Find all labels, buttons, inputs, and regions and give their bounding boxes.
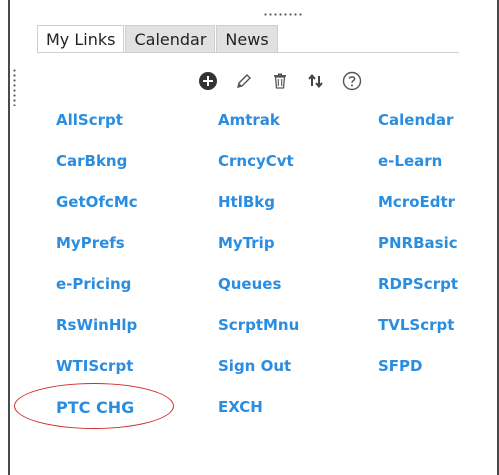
link-rswinhlp[interactable]: RsWinHlp	[56, 316, 137, 334]
link-exch[interactable]: EXCH	[218, 398, 263, 416]
link-tvlscrpt[interactable]: TVLScrpt	[378, 316, 454, 334]
annotation-circle	[14, 383, 174, 429]
tab-calendar[interactable]: Calendar	[125, 25, 216, 52]
link-mcroedtr[interactable]: McroEdtr	[378, 193, 455, 211]
tab-bar: My Links Calendar News	[37, 25, 279, 52]
link-pnrbasic[interactable]: PNRBasic	[378, 234, 458, 252]
link-htlbkg[interactable]: HtlBkg	[218, 193, 275, 211]
link-sign-out[interactable]: Sign Out	[218, 357, 291, 375]
link-allscrpt[interactable]: AllScrpt	[56, 111, 123, 129]
help-icon[interactable]	[340, 70, 364, 92]
link-myprefs[interactable]: MyPrefs	[56, 234, 125, 252]
link-crncycvt[interactable]: CrncyCvt	[218, 152, 294, 170]
link-e-pricing[interactable]: e-Pricing	[56, 275, 131, 293]
add-icon[interactable]	[196, 70, 220, 92]
link-amtrak[interactable]: Amtrak	[218, 111, 280, 129]
links-toolbar	[196, 70, 376, 92]
link-carbkng[interactable]: CarBkng	[56, 152, 127, 170]
delete-trash-icon[interactable]	[268, 70, 292, 92]
link-getofcmc[interactable]: GetOfcMc	[56, 193, 138, 211]
drag-handle-left[interactable]	[13, 68, 16, 106]
link-e-learn[interactable]: e-Learn	[378, 152, 442, 170]
link-wtiscrpt[interactable]: WTIScrpt	[56, 357, 133, 375]
link-scrptmnu[interactable]: ScrptMnu	[218, 316, 299, 334]
link-mytrip[interactable]: MyTrip	[218, 234, 275, 252]
tab-my-links[interactable]: My Links	[37, 25, 125, 52]
link-queues[interactable]: Queues	[218, 275, 281, 293]
link-sfpd[interactable]: SFPD	[378, 357, 423, 375]
link-rdpscrpt[interactable]: RDPScrpt	[378, 275, 458, 293]
tab-news[interactable]: News	[216, 25, 278, 52]
tab-divider	[37, 52, 459, 53]
edit-pencil-icon[interactable]	[232, 70, 256, 92]
link-calendar[interactable]: Calendar	[378, 111, 453, 129]
drag-handle-top[interactable]	[263, 13, 303, 16]
sort-arrows-icon[interactable]	[304, 70, 328, 92]
